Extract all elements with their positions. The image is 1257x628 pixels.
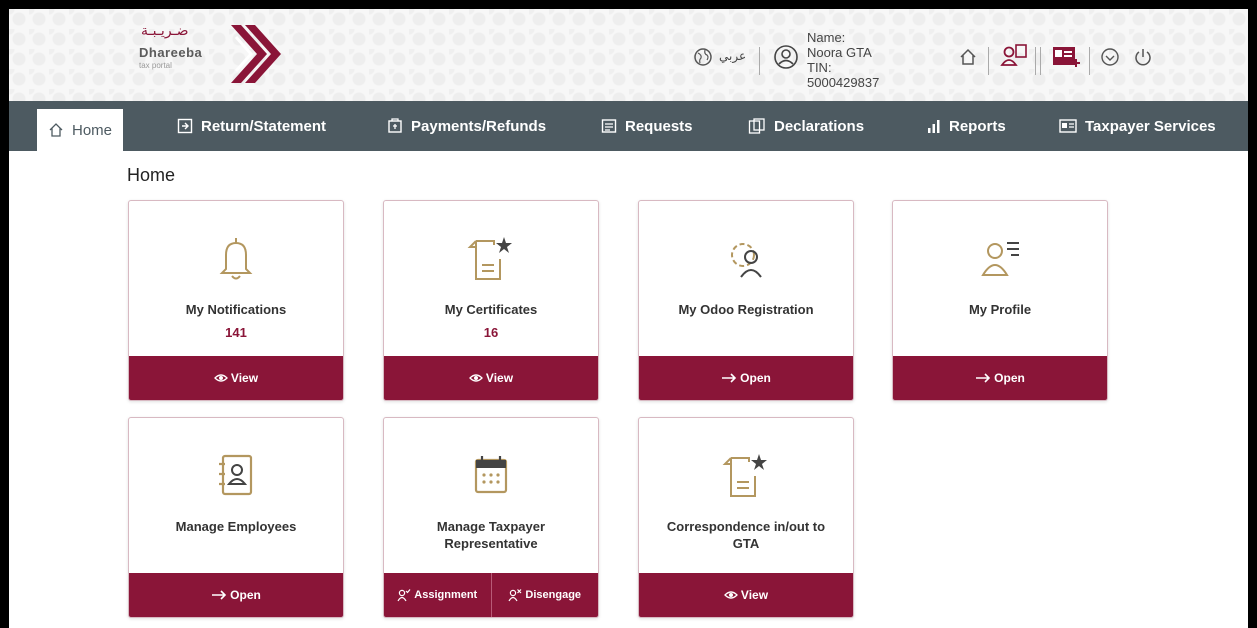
card-correspondence: Correspondence in/out to GTA View [638,417,854,618]
open-profile-button[interactable]: Open [893,356,1107,400]
card-title-line1: Manage Taxpayer [436,519,546,534]
action-label: View [485,371,514,385]
nav-requests[interactable]: Requests [601,101,693,151]
view-notifications-button[interactable]: View [129,356,343,400]
user-tin: TIN: 5000429837 [807,60,880,90]
main-nav: Home Return/Statement Payments/Refunds R… [9,101,1248,151]
page-title: Home [127,165,176,185]
card-manage-taxpayer-representative: Manage Taxpayer Representative Assignmen… [383,417,599,618]
dhareeba-logo[interactable]: ضـريـبـة Dhareeba tax portal [137,21,297,89]
user-remove-icon [508,588,522,602]
action-label: Open [230,588,261,602]
card-title: Manage Employees [175,519,297,534]
user-info: Name: Noora GTA TIN: 5000429837 [807,30,879,90]
nav-declarations-label: Declarations [774,117,865,135]
nav-payments-label: Payments/Refunds [411,117,547,135]
open-odoo-registration-button[interactable]: Open [639,356,853,400]
representative-actions: Assignment Disengage [384,573,598,617]
header-divider [1035,47,1036,75]
eye-icon [214,373,228,383]
card-title: My Certificates [444,302,538,317]
logo-name: Dhareeba [139,45,203,60]
user-name: Name: Noora GTA [807,30,872,60]
disengage-label: Disengage [525,589,582,601]
payment-icon [387,118,403,134]
nav-declarations[interactable]: Declarations [748,101,864,151]
nav-home[interactable]: Home [37,109,123,151]
gear-user-icon [639,233,853,288]
assignment-label: Assignment [414,589,478,601]
requests-icon [601,118,617,134]
eye-icon [724,590,738,600]
card-my-notifications: My Notifications 141 View [128,200,344,401]
card-title: My Notifications [185,302,287,317]
user-switch-icon[interactable] [1000,43,1028,74]
eye-icon [469,373,483,383]
card-title-line1: Correspondence in/out to [666,519,826,534]
open-employees-button[interactable]: Open [129,573,343,617]
user-circle-icon [773,44,799,75]
nav-requests-label: Requests [625,117,693,135]
calendar-icon [384,450,598,505]
logo-tagline: tax portal [139,61,172,70]
assignment-button[interactable]: Assignment [384,573,491,617]
card-my-profile: My Profile Open [892,200,1108,401]
arrow-right-icon [721,373,737,383]
header-divider [988,47,989,75]
card-title-line2: Representative [444,536,538,551]
id-card-icon[interactable] [1052,45,1080,74]
globe-icon[interactable] [693,47,713,72]
view-correspondence-button[interactable]: View [639,573,853,617]
logo-arabic-text: ضـريـبـة [141,23,189,39]
card-title-line2: GTA [732,536,760,551]
card-my-odoo-registration: My Odoo Registration Open [638,200,854,401]
home-icon[interactable] [958,47,978,72]
card-title: My Profile [968,302,1032,317]
view-certificates-button[interactable]: View [384,356,598,400]
disengage-button[interactable]: Disengage [490,573,599,617]
nav-home-label: Home [71,121,112,139]
home-icon [48,122,64,138]
card-title: My Odoo Registration [678,302,814,317]
nav-taxpayer-services[interactable]: Taxpayer Services [1059,101,1216,151]
arrow-right-icon [975,373,991,383]
services-icon [1059,118,1077,134]
card-manage-employees: Manage Employees Open [128,417,344,618]
document-star-icon [639,450,853,505]
user-check-icon [397,588,411,602]
bell-icon [129,233,343,288]
declarations-icon [748,118,766,134]
action-label: Open [994,371,1025,385]
profile-icon [893,233,1107,288]
header-divider [759,47,760,75]
address-book-icon [129,450,343,505]
card-my-certificates: My Certificates 16 View [383,200,599,401]
action-label: View [230,371,259,385]
action-label: Open [740,371,771,385]
nav-reports[interactable]: Reports [927,101,1006,151]
header-divider [1040,47,1041,75]
header-divider [1089,47,1090,75]
certificates-count: 16 [483,325,499,340]
power-icon[interactable] [1133,47,1153,72]
action-label: View [740,588,769,602]
reports-icon [927,119,941,133]
chevron-circle-icon[interactable] [1100,47,1120,72]
nav-reports-label: Reports [949,117,1006,135]
return-icon [177,118,193,134]
nav-return-statement[interactable]: Return/Statement [177,101,326,151]
certificate-icon [384,233,598,288]
app-frame: ضـريـبـة Dhareeba tax portal عربي Name: … [0,0,1257,628]
notifications-count: 141 [225,325,247,340]
top-header: ضـريـبـة Dhareeba tax portal عربي Name: … [9,9,1248,101]
nav-payments-refunds[interactable]: Payments/Refunds [387,101,546,151]
nav-return-label: Return/Statement [201,117,327,135]
logo-chevron-mark [231,25,281,83]
nav-services-label: Taxpayer Services [1085,117,1216,135]
language-toggle[interactable]: عربي [719,49,746,64]
arrow-right-icon [211,590,227,600]
